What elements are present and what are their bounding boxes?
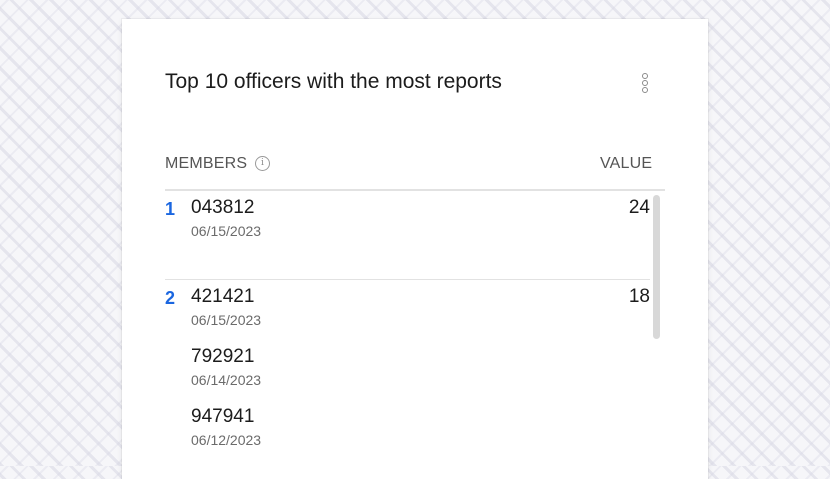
scrollbar[interactable] [653,195,660,339]
member-id: 792921 [191,346,255,367]
more-options-icon[interactable] [638,71,652,97]
kebab-dot [642,73,648,79]
members-column-header: MEMBERS [165,155,248,172]
member-date: 06/15/2023 [191,312,262,328]
officers-report-card: Top 10 officers with the most reports ME… [122,19,708,479]
member-id: 421421 [191,286,255,307]
info-icon[interactable]: i [255,156,270,171]
row-value: 24 [628,197,650,218]
row-divider [165,279,650,280]
member-id: 947941 [191,406,255,427]
value-column-header: VALUE [600,155,653,172]
member-id: 043812 [191,197,255,218]
member-date: 06/12/2023 [191,432,262,448]
header-divider [165,189,665,191]
card-title: Top 10 officers with the most reports [165,70,502,93]
member-date: 06/15/2023 [191,223,262,239]
row-value: 18 [628,286,650,307]
kebab-dot [642,87,648,93]
member-date: 06/14/2023 [191,372,262,388]
rank-number: 2 [165,288,176,308]
kebab-dot [642,80,648,86]
rank-number: 1 [165,199,176,219]
